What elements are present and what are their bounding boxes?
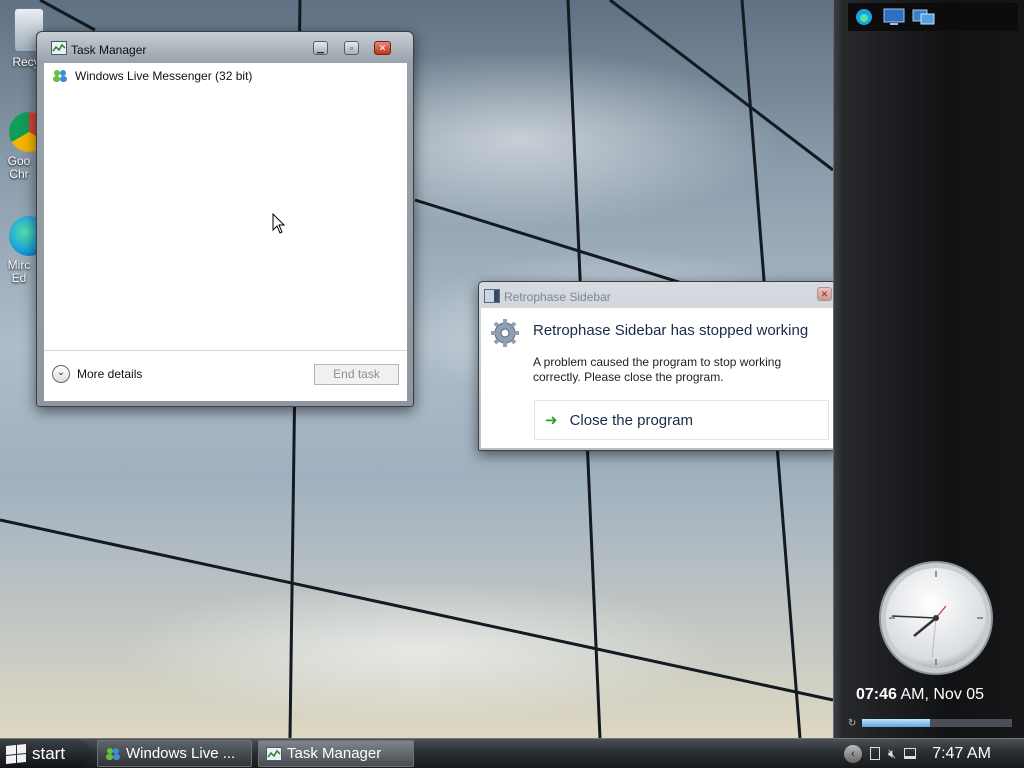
process-row[interactable]: Windows Live Messenger (32 bit) <box>52 69 252 83</box>
desktop-icon-label: Mirc Ed <box>7 258 31 285</box>
close-button[interactable]: ✕ <box>374 41 391 55</box>
mouse-cursor-icon <box>272 213 286 234</box>
more-details-toggle[interactable]: ⌄ More details <box>52 365 142 383</box>
task-manager-client: Windows Live Messenger (32 bit) ⌄ More d… <box>44 63 407 401</box>
start-label: start <box>32 743 66 763</box>
task-manager-titlebar[interactable]: Task Manager ▁ ▫ ✕ <box>37 32 413 62</box>
sidebar-progress-bar <box>862 719 1013 727</box>
gear-icon <box>491 319 519 347</box>
taskbar-button-messenger[interactable]: Windows Live ... <box>97 740 252 767</box>
messenger-icon <box>53 70 67 82</box>
close-program-label: Close the program <box>569 411 693 429</box>
taskbar-button-task-manager[interactable]: Task Manager <box>258 740 414 767</box>
refresh-icon[interactable]: ↻ <box>848 718 856 729</box>
window-title: Retrophase Sidebar <box>504 290 611 304</box>
messenger-icon <box>106 747 120 760</box>
task-manager-icon <box>51 41 67 55</box>
desktop-sidebar: 07:46 AM, Nov 05 ↻ <box>833 0 1024 738</box>
process-name: Windows Live Messenger (32 bit) <box>75 69 253 83</box>
clock-time: 07:46 <box>856 686 897 703</box>
more-details-label: More details <box>77 367 143 381</box>
system-tray: ‹ 🔇︎ 7:47 AM <box>838 739 1024 768</box>
error-message: A problem caused the program to stop wor… <box>533 355 782 384</box>
volume-muted-icon[interactable]: 🔇︎ <box>888 746 896 762</box>
tray-clock[interactable]: 7:47 AM <box>932 745 991 763</box>
windows-logo-icon <box>6 743 26 764</box>
analog-clock[interactable] <box>878 560 994 676</box>
end-task-button[interactable]: End task <box>314 364 399 385</box>
close-button[interactable]: ✕ <box>817 287 832 301</box>
chevron-left-icon[interactable]: ‹ <box>844 744 862 763</box>
desktop-icon-label: Goo Chr <box>7 154 31 181</box>
arrow-right-icon: ➜ <box>545 412 558 429</box>
window-icon[interactable] <box>870 747 880 760</box>
task-manager-footer: ⌄ More details End task <box>44 350 407 401</box>
sidebar-toolbar <box>848 3 1018 31</box>
error-heading: Retrophase Sidebar has stopped working <box>533 322 809 339</box>
task-manager-window[interactable]: Task Manager ▁ ▫ ✕ Windows Live Messenge… <box>36 31 414 407</box>
task-manager-icon <box>266 746 282 761</box>
screens-icon[interactable] <box>912 8 936 26</box>
error-dialog-client: Retrophase Sidebar has stopped working A… <box>481 308 838 448</box>
window-title: Task Manager <box>71 43 147 57</box>
sidebar-status: ↻ <box>848 716 1018 730</box>
taskbar-button-label: Windows Live ... <box>126 745 236 762</box>
taskbar-button-label: Task Manager <box>287 745 382 762</box>
clock-date: AM, Nov 05 <box>900 686 985 703</box>
maximize-button[interactable]: ▫ <box>344 41 359 55</box>
sidebar-app-icon <box>484 289 500 303</box>
error-dialog-titlebar[interactable]: Retrophase Sidebar ✕ <box>479 282 840 308</box>
start-button[interactable]: start <box>0 739 90 768</box>
digital-clock: 07:46 AM, Nov 05 <box>856 686 984 704</box>
minimize-button[interactable]: ▁ <box>313 41 328 55</box>
edge-icon[interactable] <box>852 8 876 26</box>
error-dialog[interactable]: Retrophase Sidebar ✕ Retrophase Sidebar … <box>478 281 841 451</box>
progress-fill <box>862 719 930 727</box>
chevron-down-icon: ⌄ <box>52 365 70 383</box>
taskbar: start Windows Live ... Task Manager ‹ 🔇︎… <box>0 738 1024 768</box>
monitor-icon[interactable] <box>882 8 906 26</box>
close-program-button[interactable]: ➜ Close the program <box>534 400 829 440</box>
network-icon[interactable] <box>904 748 917 759</box>
